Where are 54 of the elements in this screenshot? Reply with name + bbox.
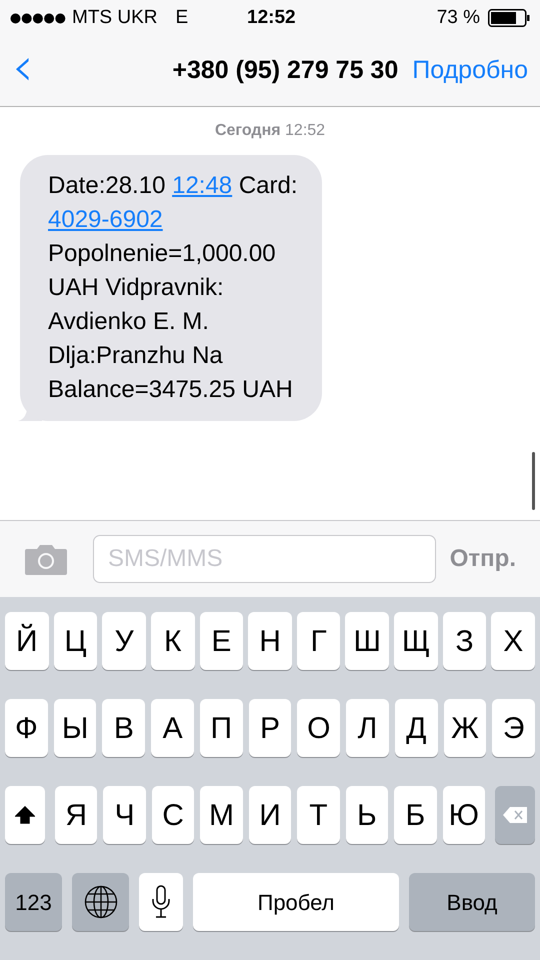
letter-key[interactable]: Ч	[103, 786, 146, 844]
letter-key[interactable]: Р	[248, 699, 292, 757]
letter-key[interactable]: Е	[200, 612, 244, 670]
letter-key[interactable]: Б	[394, 786, 436, 844]
letter-key[interactable]: П	[200, 699, 243, 757]
letter-key[interactable]: М	[200, 786, 243, 844]
globe-key[interactable]	[72, 873, 129, 931]
message-timestamp: Сегодня 12:52	[214, 121, 326, 141]
letter-key[interactable]: Т	[297, 786, 340, 844]
letter-key[interactable]: Л	[346, 699, 389, 757]
numbers-key[interactable]: 123	[5, 873, 62, 931]
network-type: E	[176, 6, 188, 30]
backspace-icon	[502, 806, 528, 824]
message-input[interactable]: SMS/MMS	[93, 535, 436, 583]
battery-icon	[488, 9, 530, 27]
letter-key[interactable]: И	[248, 786, 292, 844]
message-bubble: Date:28.10 12:48 Card: 4029-6902 Popolnenie=1,000.00 UAH Vidpravnik: Avdienko E. M. Dlja:Pranzhu Na Balance=3475.25 UAH	[20, 155, 322, 421]
letter-key[interactable]: Н	[248, 612, 292, 670]
back-button[interactable]: ‹	[12, 40, 34, 94]
letter-key[interactable]: Ш	[345, 612, 390, 670]
letter-key[interactable]: О	[297, 699, 340, 757]
letter-key[interactable]: Х	[491, 612, 536, 670]
contact-title: +380 (95) 279 75 30	[172, 55, 398, 86]
letter-key[interactable]: С	[152, 786, 194, 844]
clock-time: 12:52	[247, 6, 296, 30]
shift-key[interactable]	[5, 786, 45, 844]
letter-key[interactable]: В	[102, 699, 146, 757]
battery-percent: 73 %	[436, 6, 480, 30]
signal-icon	[10, 12, 66, 24]
return-key[interactable]: Ввод	[409, 873, 535, 931]
letter-key[interactable]: Ц	[54, 612, 98, 670]
shift-arrow-icon	[15, 806, 35, 824]
carrier-name: MTS UKR	[72, 6, 158, 30]
letter-key[interactable]: Ю	[442, 786, 485, 844]
letter-key[interactable]: Я	[55, 786, 98, 844]
letter-key[interactable]: Й	[5, 612, 49, 670]
globe-icon	[84, 885, 118, 919]
letter-key[interactable]: Ь	[346, 786, 388, 844]
scroll-indicator	[532, 452, 535, 510]
space-key[interactable]: Пробел	[193, 873, 399, 931]
letter-key[interactable]: Ж	[444, 699, 486, 757]
letter-key[interactable]: Ф	[5, 699, 48, 757]
microphone-key[interactable]	[139, 873, 183, 931]
letter-key[interactable]: А	[151, 699, 194, 757]
details-button[interactable]: Подробно	[412, 52, 528, 90]
letter-key[interactable]: У	[102, 612, 146, 670]
letter-key[interactable]: Г	[296, 612, 340, 670]
microphone-icon	[151, 885, 171, 919]
letter-key[interactable]: Э	[492, 699, 536, 757]
letter-key[interactable]: Ы	[54, 699, 96, 757]
letter-key[interactable]: З	[442, 612, 486, 670]
letter-key[interactable]: Д	[394, 699, 438, 757]
letter-key[interactable]: Щ	[394, 612, 438, 670]
letter-key[interactable]: К	[150, 612, 195, 670]
